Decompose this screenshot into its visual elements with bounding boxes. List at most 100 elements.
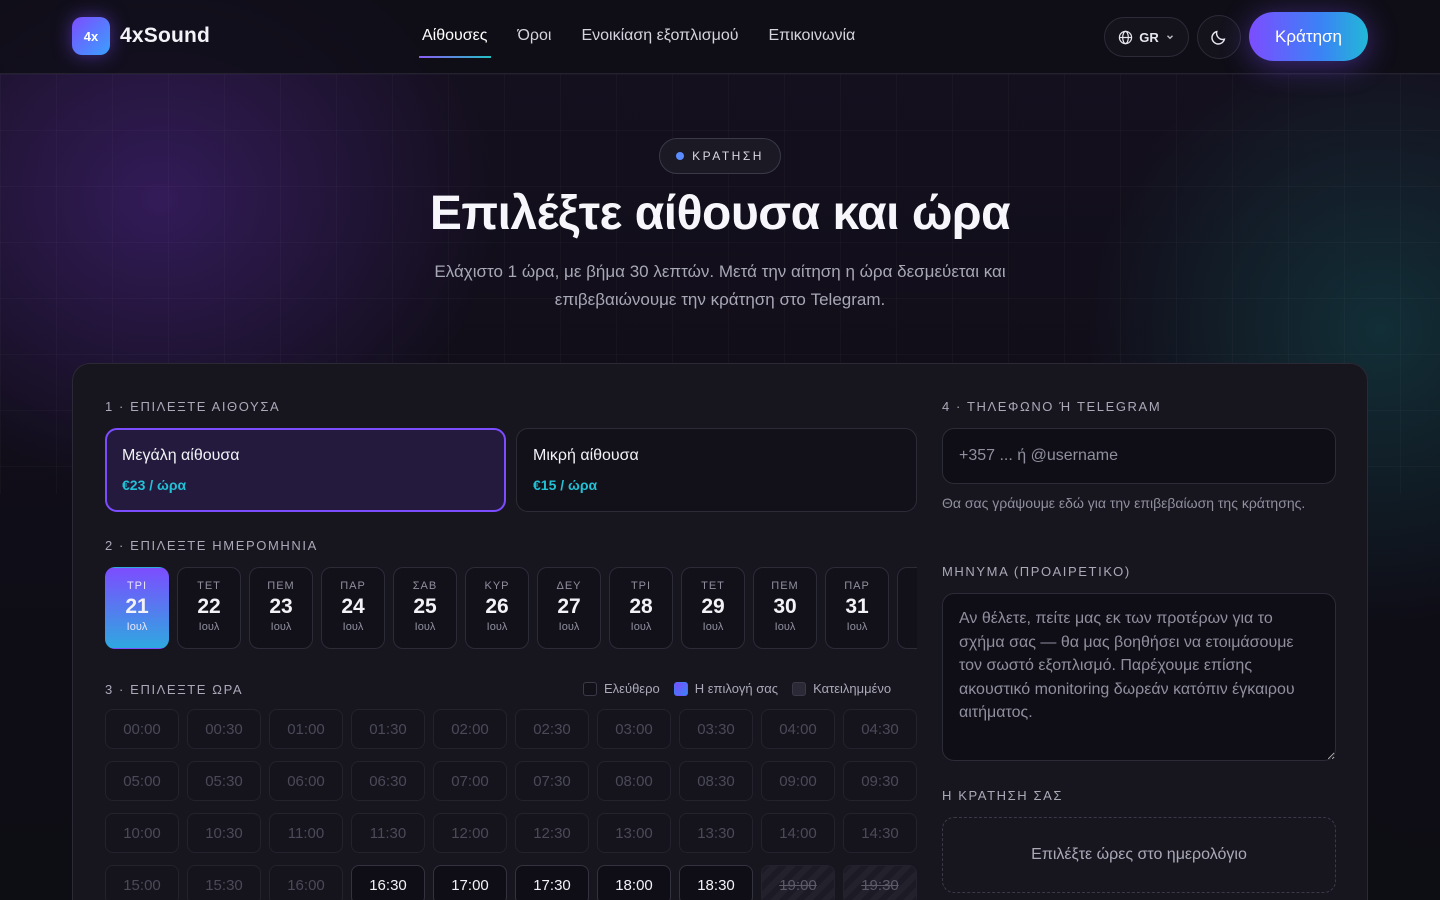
legend-swatch [792,681,807,696]
time-slot: 04:00 [761,709,835,749]
date-card[interactable]: ΤΡΙ 28 Ιουλ [609,567,673,649]
message-label: ΜΗΝΥΜΑ (ΠΡΟΑΙΡΕΤΙΚΟ) [942,564,1131,579]
time-slot: 07:30 [515,761,589,801]
message-textarea[interactable] [942,593,1336,761]
time-slot: 15:30 [187,865,261,900]
date-month: Ιουλ [558,621,580,633]
time-slot: 03:00 [597,709,671,749]
date-month: Ιουλ [486,621,508,633]
top-header: 4x 4xSound Αίθουσες Όροι Ενοικίαση εξοπλ… [0,0,1440,74]
legend-free-label: Ελεύθερο [604,681,660,696]
time-slot: 08:30 [679,761,753,801]
date-card[interactable] [897,567,917,649]
time-slot: 10:00 [105,813,179,853]
time-slot: 07:00 [433,761,507,801]
time-slot: 15:00 [105,865,179,900]
date-card[interactable]: ΠΑΡ 31 Ιουλ [825,567,889,649]
booking-summary: Επιλέξτε ώρες στο ημερολόγιο [942,817,1336,893]
date-weekday: ΠΑΡ [340,580,366,592]
time-slot: 01:00 [269,709,343,749]
date-card[interactable]: ΤΕΤ 22 Ιουλ [177,567,241,649]
phone-telegram-input[interactable] [942,428,1336,484]
time-slot: 13:30 [679,813,753,853]
time-slot: 00:00 [105,709,179,749]
time-slot: 11:30 [351,813,425,853]
page-title: Επιλέξτε αίθουσα και ώρα [429,187,1011,240]
date-weekday: ΤΕΤ [701,580,725,592]
chevron-down-icon [1166,35,1173,40]
date-card[interactable]: ΤΡΙ 21 Ιουλ [105,567,169,649]
summary-label: Η ΚΡΑΤΗΣΗ ΣΑΣ [942,788,1063,803]
date-month: Ιουλ [846,621,868,633]
time-slot: 19:30 [843,865,917,900]
date-card[interactable]: ΔΕΥ 27 Ιουλ [537,567,601,649]
pill-dot [676,152,685,160]
time-slot: 03:30 [679,709,753,749]
date-day: 24 [341,595,365,618]
language-selector[interactable]: GR [1104,17,1189,57]
time-slot: 19:00 [761,865,835,900]
time-slot: 14:30 [843,813,917,853]
time-slot: 02:00 [433,709,507,749]
booking-card: 1 · ΕΠΙΛΕΞΤΕ ΑΙΘΟΥΣΑ Μεγάλη αίθουσα €23 … [72,363,1368,900]
date-month: Ιουλ [270,621,292,633]
time-slot[interactable]: 18:00 [597,865,671,900]
time-slot: 09:30 [843,761,917,801]
legend-selected-label: Η επιλογή σας [694,681,779,696]
step3-label: 3 · ΕΠΙΛΕΞΤΕ ΩΡΑ [105,682,244,697]
room-name: Μεγάλη αίθουσα [122,447,240,464]
step4-label: 4 · ΤΗΛΕΦΩΝΟ Ή TELEGRAM [942,399,1162,414]
date-card[interactable]: ΣΑΒ 25 Ιουλ [393,567,457,649]
logo-text: 4xSound [120,24,211,47]
room-option-large[interactable]: Μεγάλη αίθουσα €23 / ώρα [105,428,506,512]
date-weekday: ΔΕΥ [556,580,582,592]
logo-mark: 4x [72,17,110,55]
date-card[interactable]: ΚΥΡ 26 Ιουλ [465,567,529,649]
date-day: 29 [701,595,725,618]
theme-toggle[interactable] [1197,15,1241,59]
nav-terms[interactable]: Όροι [518,0,552,74]
time-slot-grid: 00:00 00:30 01:00 01:30 02:00 02:30 03:00 03:30… [105,709,917,900]
step1-label: 1 · ΕΠΙΛΕΞΤΕ ΑΙΘΟΥΣΑ [105,399,281,414]
date-card[interactable]: ΠΕΜ 23 Ιουλ [249,567,313,649]
room-price: €23 / ώρα [122,477,187,493]
time-slot: 14:00 [761,813,835,853]
time-slot: 05:00 [105,761,179,801]
time-slot: 16:00 [269,865,343,900]
date-card[interactable]: ΠΕΜ 30 Ιουλ [753,567,817,649]
pill-label: ΚΡΑΤΗΣΗ [692,149,764,163]
date-weekday: ΚΥΡ [484,580,510,592]
time-slot[interactable]: 17:30 [515,865,589,900]
time-slot: 12:00 [433,813,507,853]
time-slot: 08:00 [597,761,671,801]
time-slot: 10:30 [187,813,261,853]
nav-equipment-rental[interactable]: Ενοικίαση εξοπλισμού [581,0,738,74]
time-slot: 09:00 [761,761,835,801]
time-slot[interactable]: 17:00 [433,865,507,900]
date-weekday: ΠΕΜ [771,580,799,592]
date-weekday: ΤΕΤ [197,580,221,592]
date-month: Ιουλ [126,621,148,633]
date-card[interactable]: ΤΕΤ 29 Ιουλ [681,567,745,649]
date-day: 27 [557,595,581,618]
time-slot[interactable]: 18:30 [679,865,753,900]
date-day: 21 [125,595,149,618]
date-card[interactable]: ΠΑΡ 24 Ιουλ [321,567,385,649]
date-day: 26 [485,595,509,618]
time-slot: 00:30 [187,709,261,749]
nav-rooms[interactable]: Αίθουσες [419,0,490,74]
book-button[interactable]: Κράτηση [1249,12,1368,61]
legend-busy: Κατειλημμένο [792,681,891,696]
legend-swatch [673,681,688,696]
date-weekday: ΠΕΜ [267,580,295,592]
time-slot[interactable]: 16:30 [351,865,425,900]
nav-contact[interactable]: Επικοινωνία [768,0,855,74]
time-slot: 01:30 [351,709,425,749]
date-day: 25 [413,595,437,618]
logo[interactable]: 4x 4xSound [72,17,210,55]
date-day: 22 [197,595,221,618]
time-slot: 02:30 [515,709,589,749]
date-month: Ιουλ [342,621,364,633]
room-option-small[interactable]: Μικρή αίθουσα €15 / ώρα [516,428,917,512]
legend-free: Ελεύθερο [583,681,660,696]
